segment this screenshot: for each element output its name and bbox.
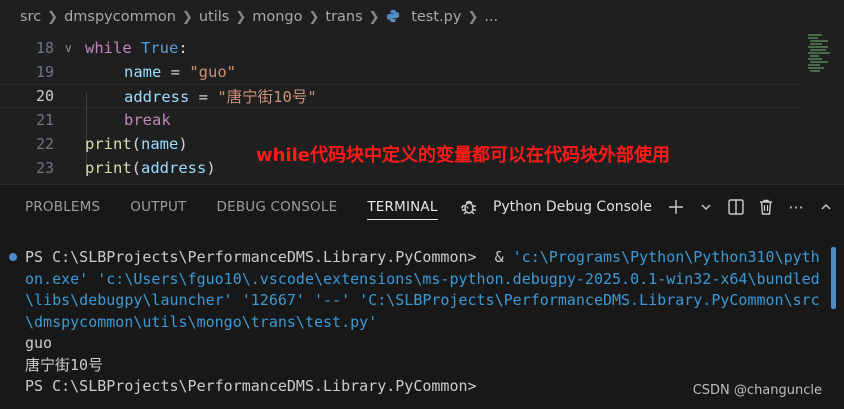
line-number: 22 xyxy=(35,135,54,153)
terminal-line: PS C:\SLBProjects\PerformanceDMS.Library… xyxy=(25,377,477,395)
string-literal: "guo" xyxy=(189,63,236,81)
breadcrumb-ellipsis[interactable]: ... xyxy=(484,9,498,25)
prompt: PS C:\SLBProjects\PerformanceDMS.Library… xyxy=(25,248,477,266)
chevron-up-icon[interactable] xyxy=(816,197,836,217)
variable: address xyxy=(141,159,207,177)
chevron-right-icon: ❯ xyxy=(308,9,320,25)
command-arg: on.exe' xyxy=(25,269,89,288)
tab-terminal[interactable]: TERMINAL xyxy=(367,185,438,229)
string-literal: "唐宁街10号" xyxy=(217,88,317,106)
command-arg: 'c:\Programs\Python\Python310\pyth xyxy=(512,248,820,266)
fold-chevron-icon[interactable]: ∨ xyxy=(64,41,73,55)
trash-icon[interactable] xyxy=(756,197,776,217)
line-number: 20 xyxy=(35,87,54,105)
bottom-panel: PROBLEMS OUTPUT DEBUG CONSOLE TERMINAL ·… xyxy=(0,184,844,409)
breadcrumb-item-dmspycommon[interactable]: dmspycommon xyxy=(64,9,176,25)
keyword-constant: True xyxy=(141,39,179,57)
code-text: break xyxy=(124,111,171,129)
panel-actions: Python Debug Console ··· xyxy=(459,185,836,229)
terminal-line: \libs\debugpy\launcher' '12667' '--' 'C:… xyxy=(25,290,820,312)
command-arg: \libs\debugpy\launcher' '12667' '--' 'C:… xyxy=(25,291,820,309)
command-decoration-dot[interactable] xyxy=(9,253,17,261)
terminal-instance-name[interactable]: Python Debug Console xyxy=(493,199,652,215)
breadcrumb-item-trans[interactable]: trans xyxy=(325,9,362,25)
chevron-right-icon: ❯ xyxy=(467,9,479,25)
tab-problems[interactable]: PROBLEMS xyxy=(25,185,100,229)
function-name: print xyxy=(85,135,132,153)
code-line[interactable]: 19 name = "guo" xyxy=(0,60,800,84)
chevron-right-icon: ❯ xyxy=(235,9,247,25)
operator: = xyxy=(189,88,218,106)
debug-bug-icon xyxy=(461,200,476,215)
command-arg: \dmspycommon\utils\mongo\trans\test.py' xyxy=(25,312,378,331)
breadcrumb-item-mongo[interactable]: mongo xyxy=(252,9,302,25)
chevron-right-icon: ❯ xyxy=(368,9,380,25)
variable: address xyxy=(124,88,190,106)
breadcrumb-item-file[interactable]: test.py xyxy=(386,9,462,25)
keyword: break xyxy=(124,111,171,129)
punctuation: : xyxy=(178,39,188,57)
terminal-line: guo xyxy=(25,334,53,352)
command-operator: & xyxy=(476,248,513,266)
line-number: 21 xyxy=(35,111,54,129)
tab-debug-console[interactable]: DEBUG CONSOLE xyxy=(217,185,338,229)
annotation-text: while代码块中定义的变量都可以在代码块外部使用 xyxy=(256,145,670,166)
line-number: 18 xyxy=(35,39,54,57)
new-terminal-plus-icon[interactable] xyxy=(666,197,686,217)
line-number: 23 xyxy=(35,159,54,177)
terminal-line: \dmspycommon\utils\mongo\trans\test.py' xyxy=(25,312,377,334)
code-line[interactable]: 21 break xyxy=(0,108,800,132)
terminal-scrollbar[interactable] xyxy=(831,247,836,309)
code-line[interactable]: 18 ∨ while True: xyxy=(0,36,800,60)
tab-output[interactable]: OUTPUT xyxy=(130,185,186,229)
code-text: print(address) xyxy=(85,159,216,177)
chevron-right-icon: ❯ xyxy=(181,9,193,25)
split-terminal-icon[interactable] xyxy=(726,197,746,217)
terminal-line: PS C:\SLBProjects\PerformanceDMS.Library… xyxy=(25,247,820,269)
python-file-icon xyxy=(386,9,399,23)
more-actions-icon[interactable]: ··· xyxy=(786,197,806,217)
breadcrumb-item-utils[interactable]: utils xyxy=(199,9,230,25)
function-name: print xyxy=(85,159,132,177)
breadcrumb-item-src[interactable]: src xyxy=(20,9,41,25)
code-line-current[interactable]: 20 address = "唐宁街10号" xyxy=(0,84,800,108)
file-name: test.py xyxy=(411,9,462,25)
line-number: 19 xyxy=(35,63,54,81)
operator: = xyxy=(161,63,190,81)
chevron-down-icon[interactable] xyxy=(696,197,716,217)
command-arg: 'c:\Users\fguo10\.vscode\extensions\ms-p… xyxy=(88,269,820,288)
code-editor[interactable]: 18 ∨ while True: 19 name = "guo" 20 addr… xyxy=(0,34,844,184)
code-text: print(name) xyxy=(85,135,188,153)
terminal-line: 唐宁街10号 xyxy=(25,355,104,374)
code-text: name = "guo" xyxy=(124,63,236,81)
watermark: CSDN @changuncle xyxy=(692,383,822,398)
keyword: while xyxy=(85,39,132,57)
chevron-right-icon: ❯ xyxy=(47,9,59,25)
variable: name xyxy=(124,63,162,81)
terminal-line: on.exe' 'c:\Users\fguo10\.vscode\extensi… xyxy=(25,269,820,291)
variable: name xyxy=(141,135,179,153)
minimap[interactable] xyxy=(806,34,838,84)
code-text: address = "唐宁街10号" xyxy=(124,85,317,107)
code-text: while True: xyxy=(85,39,188,57)
breadcrumb: src ❯ dmspycommon ❯ utils ❯ mongo ❯ tran… xyxy=(0,0,844,34)
